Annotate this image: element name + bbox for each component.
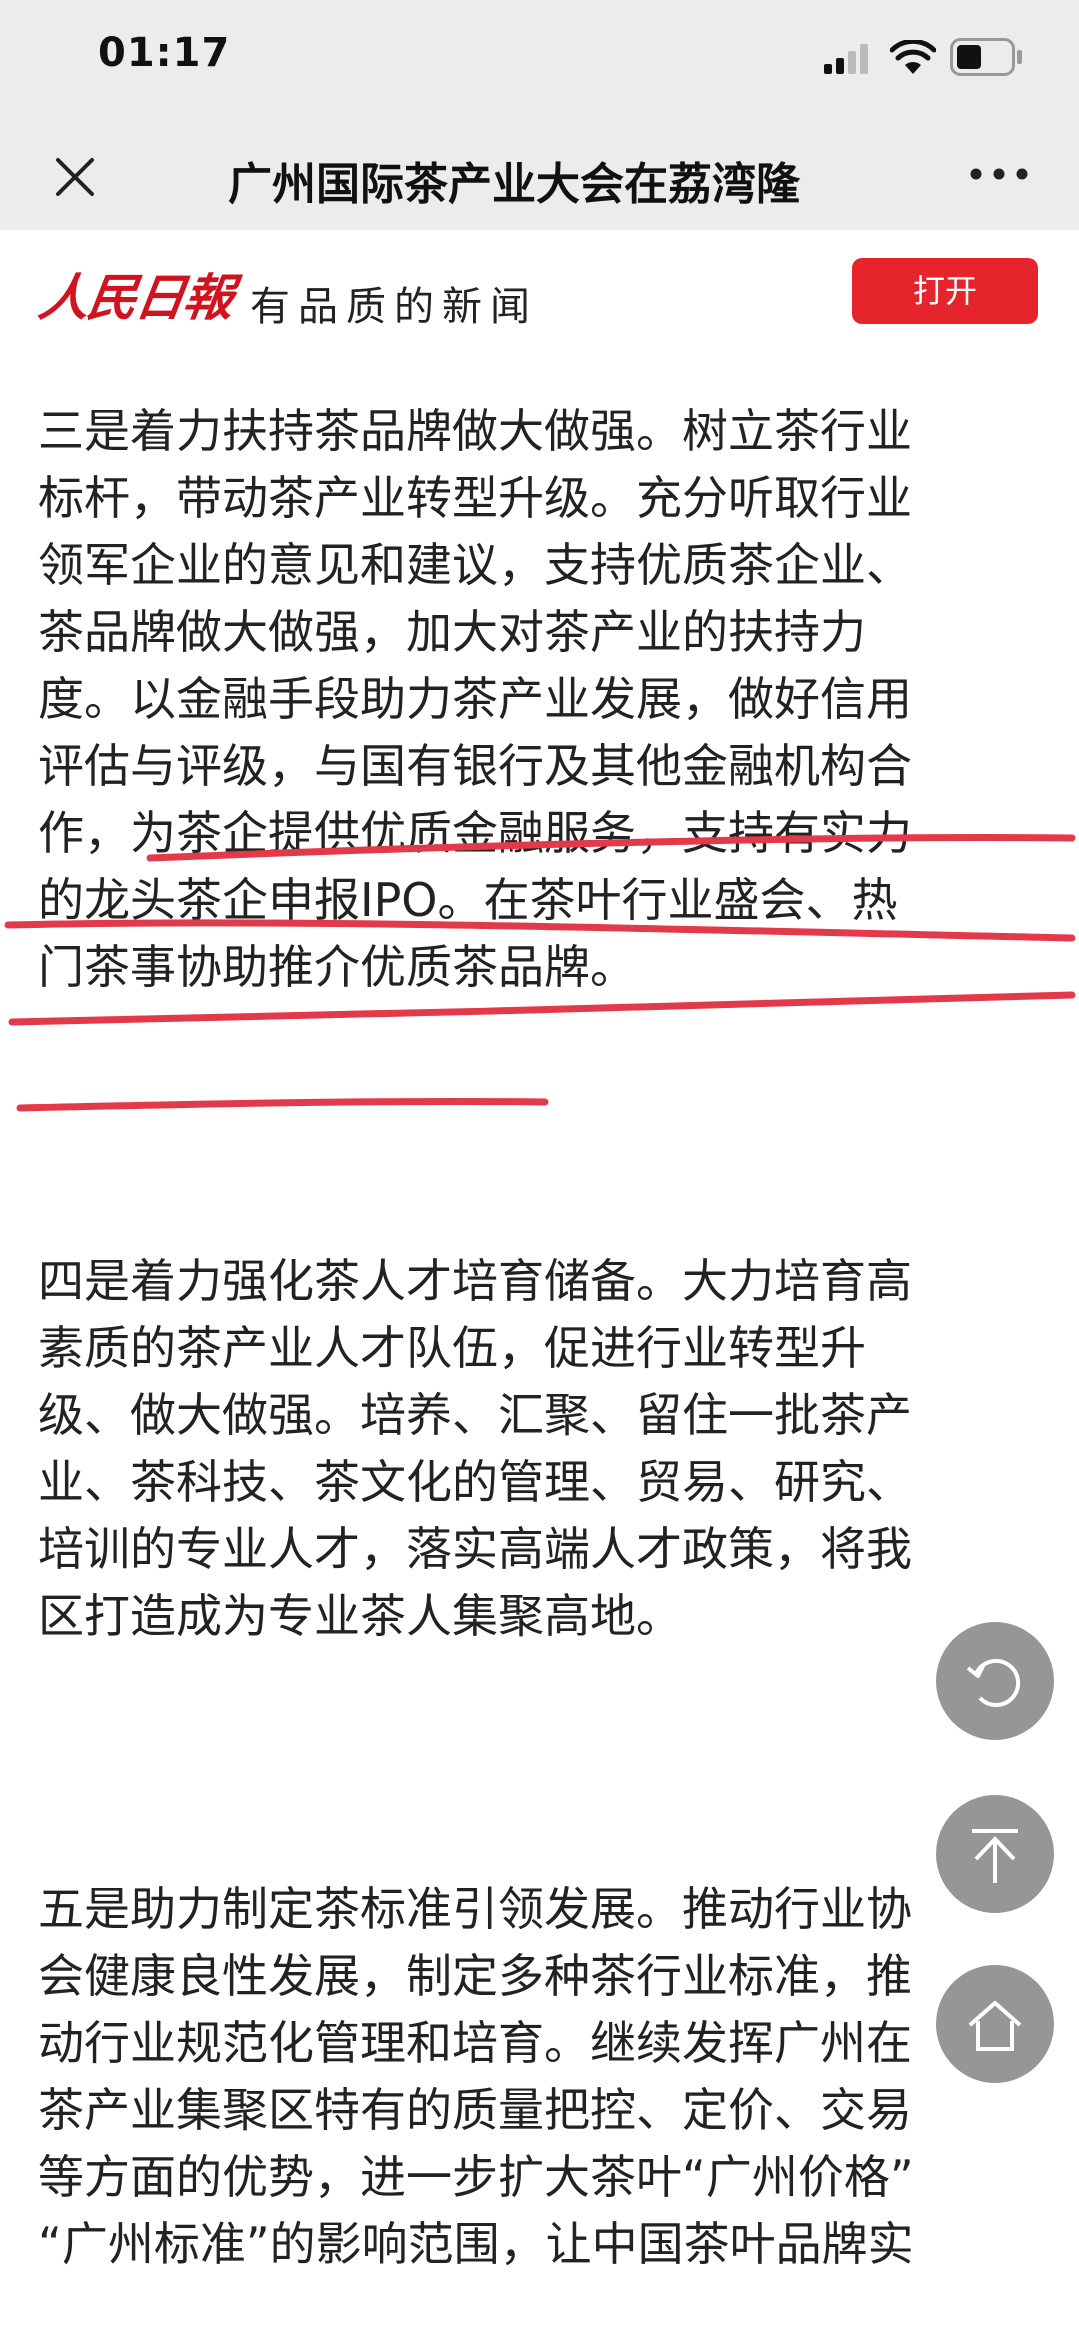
article-paragraph: 四是着力强化茶人才培育储备。大力培育高 素质的茶产业人才队伍，促进行业转型升 级… [38,1248,912,1650]
home-button[interactable] [936,1965,1054,2083]
brand-tagline: 有品质的新闻 [250,284,538,330]
home-icon [968,2001,1022,2051]
app-header: 人民日報 有品质的新闻 打开 [0,230,1079,364]
paragraph-line: “广州标准”的影响范围，让中国茶叶品牌实 [38,2217,914,2271]
paragraph-line: 五是助力制定茶标准引领发展。推动行业协 [38,1882,912,1936]
paragraph-line: 四是着力强化茶人才培育储备。大力培育高 [38,1254,912,1308]
close-icon[interactable] [40,142,110,212]
paragraph-line: 作，为茶企提供优质金融服务，支持有实力 [38,806,912,860]
paragraph-line: 茶产业集聚区特有的质量把控、定价、交易 [38,2083,912,2137]
article-paragraph: 三是着力扶持茶品牌做大做强。树立茶行业 标杆，带动茶产业转型升级。充分听取行业 … [38,398,912,1001]
paragraph-line: 的龙头茶企申报IPO。在茶叶行业盛会、热 [38,873,898,927]
paragraph-line: 门茶事协助推介优质茶品牌。 [38,940,636,994]
paragraph-line: 茶品牌做大做强，加大对茶产业的扶持力 [38,605,866,659]
brand-logo: 人民日報 [35,268,236,327]
article-paragraph: 五是助力制定茶标准引领发展。推动行业协 会健康良性发展，制定多种茶行业标准，推 … [38,1876,914,2278]
battery-icon [950,38,1022,76]
wifi-icon [890,40,936,74]
page-title: 广州国际茶产业大会在荔湾隆 [228,159,800,208]
more-dots-icon[interactable] [964,154,1034,194]
highlight-underline [16,1097,549,1112]
status-bar: 01:17 [0,0,1079,120]
refresh-button[interactable] [936,1622,1054,1740]
paragraph-line: 动行业规范化管理和培育。继续发挥广州在 [38,2016,912,2070]
status-time: 01:17 [98,30,231,76]
paragraph-line: 区打造成为专业茶人集聚高地。 [38,1589,682,1643]
paragraph-line: 级、做大做强。培养、汇聚、留住一批茶产 [38,1388,912,1442]
paragraph-line: 业、茶科技、茶文化的管理、贸易、研究、 [38,1455,912,1509]
arrow-up-icon [972,1829,1018,1883]
paragraph-line: 标杆，带动茶产业转型升级。充分听取行业 [38,471,912,525]
cellular-signal-icon [824,44,868,74]
refresh-icon [966,1659,1021,1707]
paragraph-line: 培训的专业人才，落实高端人才政策，将我 [38,1522,912,1576]
paragraph-line: 素质的茶产业人才队伍，促进行业转型升 [38,1321,866,1375]
paragraph-line: 度。以金融手段助力茶产业发展，做好信用 [38,672,912,726]
scroll-top-button[interactable] [936,1795,1054,1913]
paragraph-line: 会健康良性发展，制定多种茶行业标准，推 [38,1949,912,2003]
open-app-button[interactable]: 打开 [852,258,1038,324]
paragraph-line: 三是着力扶持茶品牌做大做强。树立茶行业 [38,404,912,458]
paragraph-line: 评估与评级，与国有银行及其他金融机构合 [38,739,912,793]
nav-bar: 广州国际茶产业大会在荔湾隆 [0,120,1079,230]
paragraph-line: 等方面的优势，进一步扩大茶叶“广州价格” [38,2150,914,2204]
paragraph-line: 领军企业的意见和建议，支持优质茶企业、 [38,538,912,592]
